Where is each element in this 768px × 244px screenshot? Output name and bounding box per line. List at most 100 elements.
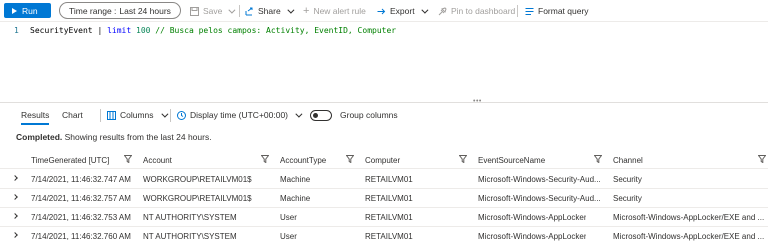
- columns-icon: [107, 110, 116, 120]
- cell-time: 7/14/2021, 11:46:32.757 AM: [31, 194, 131, 203]
- cell-account: WORKGROUP\RETAILVM01$: [143, 175, 252, 184]
- cell-account-type: Machine: [280, 194, 311, 203]
- save-icon: [190, 6, 199, 16]
- column-header[interactable]: Channel: [613, 156, 643, 165]
- play-icon: [12, 7, 17, 14]
- format-query-button[interactable]: Format query: [525, 4, 589, 18]
- status-bold: Completed.: [16, 132, 63, 142]
- columns-button[interactable]: Columns: [107, 110, 168, 120]
- export-button[interactable]: Export: [377, 4, 429, 18]
- expand-row-icon[interactable]: [12, 213, 18, 219]
- filter-icon[interactable]: [261, 155, 269, 163]
- pin-icon: [438, 6, 447, 15]
- code-pipe: |: [92, 26, 108, 35]
- format-label: Format query: [538, 6, 589, 16]
- group-columns-label: Group columns: [340, 110, 398, 120]
- columns-label: Columns: [120, 110, 154, 120]
- table-row[interactable]: 7/14/2021, 11:46:32.753 AM NT AUTHORITY\…: [0, 208, 768, 227]
- time-range-button[interactable]: Time range : Last 24 hours: [59, 2, 181, 19]
- cell-account: NT AUTHORITY\SYSTEM: [143, 213, 237, 222]
- code-table: SecurityEvent: [30, 26, 93, 35]
- column-header[interactable]: Computer: [365, 156, 400, 165]
- display-time-label: Display time (UTC+00:00): [190, 110, 289, 120]
- code-comment: // Busca pelos campos: Activity, EventID…: [150, 26, 397, 35]
- plus-icon: +: [303, 5, 310, 17]
- cell-account-type: Machine: [280, 175, 311, 184]
- cell-channel: Microsoft-Windows-AppLocker/EXE and ...: [613, 213, 765, 222]
- toggle-knob: [313, 113, 318, 118]
- status-text: Showing results from the last 24 hours.: [62, 132, 212, 142]
- column-header[interactable]: TimeGenerated [UTC]: [31, 156, 109, 165]
- cell-computer: RETAILVM01: [365, 232, 413, 241]
- clock-icon: [177, 110, 186, 120]
- tab-results[interactable]: Results: [21, 110, 50, 125]
- pin-to-dashboard-button[interactable]: Pin to dashboard: [438, 4, 515, 18]
- new-alert-label: New alert rule: [313, 6, 366, 16]
- cell-channel: Security: [613, 175, 642, 184]
- table-row[interactable]: 7/14/2021, 11:46:32.757 AM WORKGROUP\RET…: [0, 189, 768, 208]
- filter-icon[interactable]: [459, 155, 467, 163]
- format-icon: [525, 7, 534, 15]
- code-number: 100: [136, 26, 151, 35]
- column-header[interactable]: EventSourceName: [478, 156, 545, 165]
- cell-event-source: Microsoft-Windows-AppLocker: [478, 213, 587, 222]
- chevron-down-icon: [420, 6, 429, 14]
- cell-time: 7/14/2021, 11:46:32.760 AM: [31, 232, 131, 241]
- cell-event-source: Microsoft-Windows-Security-Aud...: [478, 175, 601, 184]
- cell-channel: Security: [613, 194, 642, 203]
- share-label: Share: [258, 6, 281, 16]
- table-header: TimeGenerated [UTC] Account AccountType …: [0, 151, 768, 169]
- cell-event-source: Microsoft-Windows-Security-Aud...: [478, 194, 601, 203]
- time-range-label: Time range :: [69, 5, 117, 16]
- toolbar-divider: [517, 5, 518, 17]
- display-time-button[interactable]: Display time (UTC+00:00): [177, 110, 303, 120]
- cell-time: 7/14/2021, 11:46:32.753 AM: [31, 213, 131, 222]
- results-tabs-bar: Results Chart Columns Display time (UTC+…: [0, 106, 768, 126]
- cell-computer: RETAILVM01: [365, 175, 413, 184]
- cell-computer: RETAILVM01: [365, 194, 413, 203]
- cell-account: NT AUTHORITY\SYSTEM: [143, 232, 237, 241]
- run-label: Run: [22, 5, 38, 16]
- expand-row-icon[interactable]: [12, 194, 18, 200]
- tab-chart[interactable]: Chart: [62, 110, 83, 120]
- chevron-down-icon: [228, 6, 236, 14]
- filter-icon[interactable]: [594, 155, 602, 163]
- query-editor[interactable]: 1 SecurityEvent | limit 100 // Busca pel…: [0, 22, 768, 102]
- status-message: Completed. Showing results from the last…: [16, 132, 212, 142]
- run-button[interactable]: Run: [4, 3, 51, 18]
- new-alert-rule-button[interactable]: + New alert rule: [303, 4, 366, 18]
- share-icon: [245, 7, 253, 15]
- cell-time: 7/14/2021, 11:46:32.747 AM: [31, 175, 131, 184]
- filter-icon[interactable]: [124, 155, 132, 163]
- save-button[interactable]: Save: [190, 4, 236, 18]
- cell-channel: Microsoft-Windows-AppLocker/EXE and ...: [613, 232, 765, 241]
- table-row[interactable]: 7/14/2021, 11:46:32.747 AM WORKGROUP\RET…: [0, 170, 768, 189]
- cell-event-source: Microsoft-Windows-AppLocker: [478, 232, 587, 241]
- query-code[interactable]: SecurityEvent | limit 100 // Busca pelos…: [30, 26, 396, 35]
- code-operator: limit: [107, 26, 132, 35]
- column-header[interactable]: AccountType: [280, 156, 326, 165]
- column-header[interactable]: Account: [143, 156, 172, 165]
- group-columns-toggle[interactable]: [310, 110, 332, 121]
- chevron-down-icon: [160, 110, 168, 118]
- chevron-down-icon: [295, 110, 303, 118]
- export-label: Export: [390, 6, 415, 16]
- expand-row-icon[interactable]: [12, 175, 18, 181]
- filter-icon[interactable]: [346, 155, 354, 163]
- cell-account-type: User: [280, 213, 297, 222]
- results-divider: [100, 109, 101, 122]
- pin-label: Pin to dashboard: [451, 6, 516, 16]
- expand-row-icon[interactable]: [12, 232, 18, 238]
- table-row[interactable]: 7/14/2021, 11:46:32.760 AM NT AUTHORITY\…: [0, 227, 768, 244]
- toolbar-divider: [239, 5, 240, 17]
- line-number: 1: [14, 26, 19, 35]
- export-icon: [377, 8, 386, 14]
- chevron-down-icon: [287, 6, 295, 14]
- results-divider: [170, 109, 171, 122]
- filter-icon[interactable]: [758, 155, 766, 163]
- save-label: Save: [203, 6, 223, 16]
- query-toolbar: Run Time range : Last 24 hours Save Shar…: [0, 0, 768, 22]
- time-range-value: Last 24 hours: [119, 5, 171, 16]
- share-button[interactable]: Share: [245, 4, 295, 18]
- pane-splitter[interactable]: [0, 102, 768, 103]
